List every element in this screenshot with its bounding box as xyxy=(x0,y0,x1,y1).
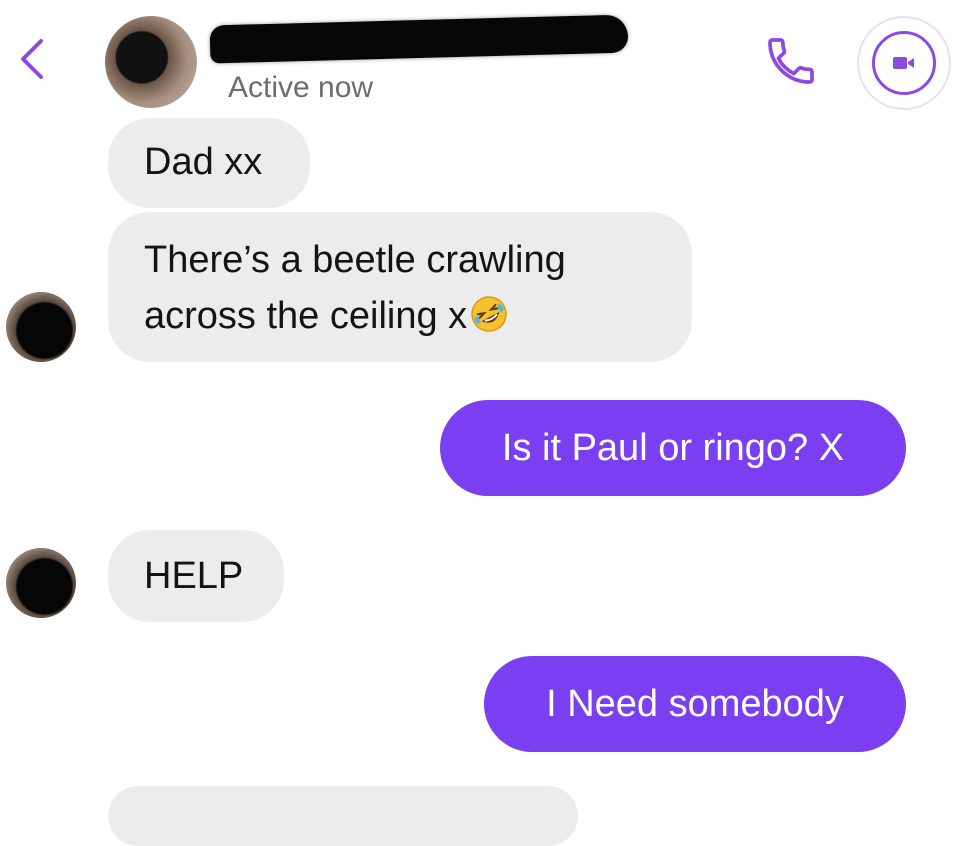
message-bubble-incoming-partial[interactable] xyxy=(108,786,578,846)
video-button-ring xyxy=(872,31,936,95)
voice-call-button[interactable] xyxy=(760,30,822,92)
message-text-line: There’s a beetle crawling xyxy=(144,239,566,281)
message-bubble-incoming[interactable]: Dad xx xyxy=(108,118,310,208)
contact-avatar[interactable] xyxy=(105,16,197,108)
message-text: I Need somebody xyxy=(546,683,844,725)
sender-avatar[interactable] xyxy=(6,548,76,618)
sender-avatar[interactable] xyxy=(6,292,76,362)
back-button[interactable] xyxy=(14,34,50,84)
redacted-contact-name xyxy=(209,14,629,64)
chevron-left-icon xyxy=(21,39,43,79)
video-camera-icon xyxy=(893,57,914,69)
message-text: Is it Paul or ringo? X xyxy=(501,427,845,469)
message-bubble-incoming[interactable]: There’s a beetle crawling across the cei… xyxy=(108,212,692,362)
video-call-button[interactable] xyxy=(857,16,951,110)
message-text-line-with-emoji: across the ceiling x xyxy=(144,288,692,344)
chat-header: Active now xyxy=(0,0,960,118)
phone-icon xyxy=(768,38,814,84)
rolling-on-floor-laughing-emoji xyxy=(471,296,507,332)
message-text-line: across the ceiling x xyxy=(144,295,468,337)
message-bubble-outgoing[interactable]: Is it Paul or ringo? X xyxy=(440,400,906,496)
message-bubble-incoming[interactable]: HELP xyxy=(108,530,284,622)
message-text: Dad xx xyxy=(144,141,263,183)
active-status: Active now xyxy=(228,71,374,104)
message-bubble-outgoing[interactable]: I Need somebody xyxy=(484,656,906,752)
message-text: HELP xyxy=(144,555,244,597)
